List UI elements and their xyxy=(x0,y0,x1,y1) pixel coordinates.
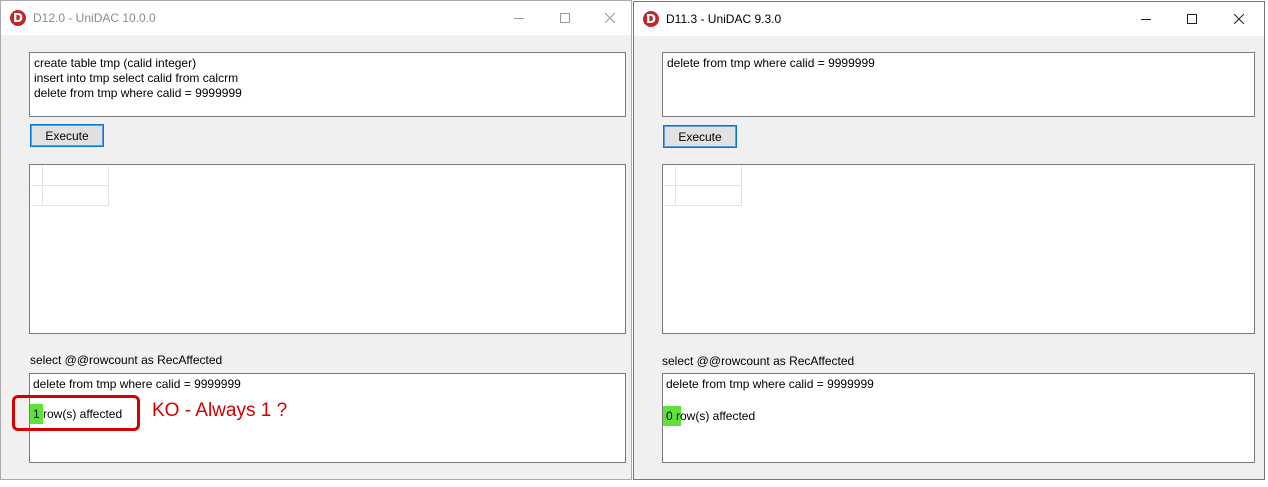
annotation-text: KO - Always 1 ? xyxy=(152,400,288,421)
results-grid[interactable] xyxy=(29,164,626,334)
close-button[interactable] xyxy=(1216,2,1262,36)
grid-header-cell[interactable] xyxy=(43,166,109,186)
grid-indicator-cell xyxy=(31,166,43,186)
grid-indicator-cell xyxy=(31,186,43,206)
result-sql-line: delete from tmp where calid = 9999999 xyxy=(33,377,241,391)
maximize-icon xyxy=(560,13,570,23)
grid-indicator-cell xyxy=(664,166,676,186)
maximize-button[interactable] xyxy=(542,1,588,35)
execute-button[interactable]: Execute xyxy=(663,125,737,148)
results-grid[interactable] xyxy=(662,164,1255,334)
title-bar[interactable]: D D12.0 - UniDAC 10.0.0 xyxy=(1,1,631,35)
sql-memo[interactable]: create table tmp (calid integer) insert … xyxy=(29,52,626,117)
rows-affected-text: 0 row(s) affected xyxy=(666,409,756,423)
title-bar[interactable]: D D11.3 - UniDAC 9.3.0 xyxy=(634,2,1264,36)
minimize-button[interactable] xyxy=(496,1,542,35)
delphi-icon: D xyxy=(643,11,659,27)
grid-header-cell[interactable] xyxy=(676,166,742,186)
close-button[interactable] xyxy=(587,1,633,35)
maximize-button[interactable] xyxy=(1169,2,1215,36)
grid-data-cell[interactable] xyxy=(676,186,742,206)
maximize-icon xyxy=(1187,14,1197,24)
sql-memo[interactable]: delete from tmp where calid = 9999999 xyxy=(662,52,1255,117)
annotation-box xyxy=(12,395,140,431)
close-icon xyxy=(605,13,615,23)
result-memo[interactable]: delete from tmp where calid = 9999999 0 … xyxy=(662,373,1255,463)
minimize-button[interactable] xyxy=(1123,2,1169,36)
rowcount-query-label: select @@rowcount as RecAffected xyxy=(30,353,223,367)
minimize-icon xyxy=(1141,19,1151,20)
execute-button[interactable]: Execute xyxy=(30,124,104,147)
close-icon xyxy=(1234,14,1244,24)
minimize-icon xyxy=(514,18,524,19)
grid-indicator-cell xyxy=(664,186,676,206)
window-title: D11.3 - UniDAC 9.3.0 xyxy=(666,12,782,26)
grid-data-cell[interactable] xyxy=(43,186,109,206)
delphi-icon: D xyxy=(10,10,26,26)
window-d11-unidac9[interactable]: D D11.3 - UniDAC 9.3.0 delete from tmp w… xyxy=(633,1,1265,480)
window-title: D12.0 - UniDAC 10.0.0 xyxy=(33,11,156,25)
rowcount-query-label: select @@rowcount as RecAffected xyxy=(662,354,855,368)
result-sql-line: delete from tmp where calid = 9999999 xyxy=(666,377,874,391)
